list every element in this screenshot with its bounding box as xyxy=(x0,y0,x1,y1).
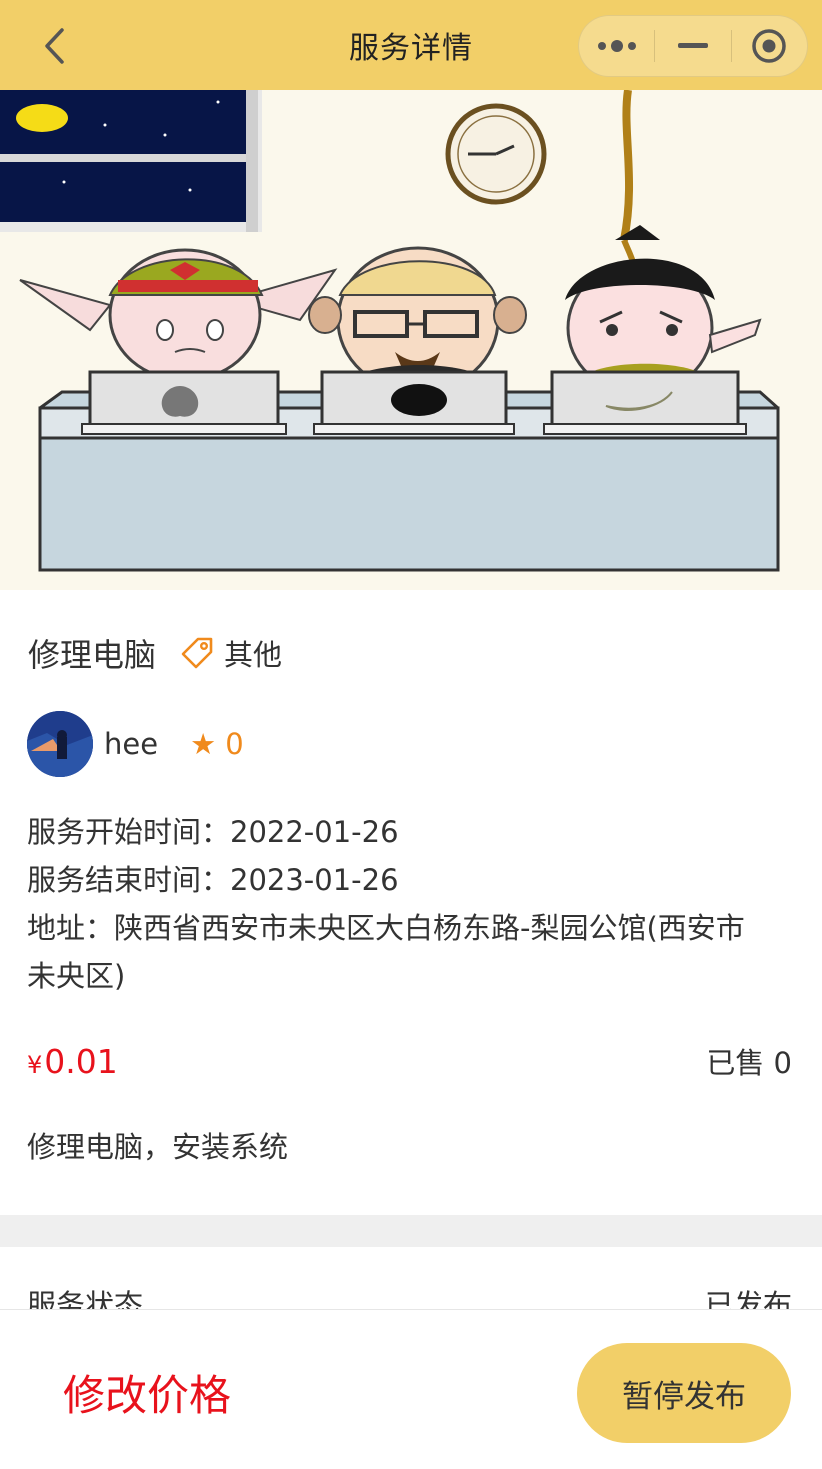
start-time: 服务开始时间：2022-01-26 xyxy=(27,815,399,849)
page-title: 服务详情 xyxy=(349,31,473,66)
bottom-action-bar: 修改价格 暂停发布 xyxy=(0,1309,822,1469)
star-icon: ★ xyxy=(190,727,217,761)
address-line-2: 未央区) xyxy=(27,959,126,993)
modify-price-button[interactable]: 修改价格 xyxy=(63,1362,231,1423)
category-tag: 其他 xyxy=(224,638,283,672)
title-row: 修理电脑 其他 xyxy=(28,630,282,676)
pause-publish-button[interactable]: 暂停发布 xyxy=(577,1343,791,1443)
navbar: 服务详情 xyxy=(0,0,822,90)
provider-row: hee ★ 0 xyxy=(27,711,244,777)
tag-icon xyxy=(181,637,213,669)
end-time: 服务结束时间：2023-01-26 xyxy=(27,863,399,897)
price-row: ¥0.01 已售 0 xyxy=(27,1040,792,1082)
avatar[interactable] xyxy=(27,711,93,777)
back-button[interactable] xyxy=(34,24,74,68)
rating-value: 0 xyxy=(225,727,244,761)
currency-symbol: ¥ xyxy=(27,1051,43,1079)
avatar-image xyxy=(27,711,93,777)
miniprogram-capsule xyxy=(578,15,808,77)
sold-count: 已售 0 xyxy=(706,1046,792,1080)
provider-name[interactable]: hee xyxy=(104,727,158,761)
close-miniprogram-button[interactable] xyxy=(732,16,807,76)
price: ¥0.01 xyxy=(27,1042,118,1081)
service-name: 修理电脑 xyxy=(28,636,157,674)
section-divider xyxy=(0,1215,822,1247)
rating: ★ 0 xyxy=(190,727,244,761)
minimize-button[interactable] xyxy=(655,16,730,76)
more-button[interactable] xyxy=(579,16,654,76)
programmers-cartoon-illustration xyxy=(0,90,822,590)
minus-icon xyxy=(677,43,708,48)
chevron-left-icon xyxy=(45,28,64,64)
service-description: 修理电脑，安装系统 xyxy=(27,1130,289,1164)
service-detail-page: 服务详情 修理电脑 其他 hee ★ 0 服务开始时间：2022-01-26 服… xyxy=(0,0,822,1469)
service-cover-image xyxy=(0,90,822,590)
address-line-1: 地址：陕西省西安市未央区大白杨东路-梨园公馆(西安市 xyxy=(27,911,745,945)
more-dots-icon xyxy=(597,40,636,52)
price-value: 0.01 xyxy=(44,1042,118,1081)
target-circle-icon xyxy=(752,29,787,63)
